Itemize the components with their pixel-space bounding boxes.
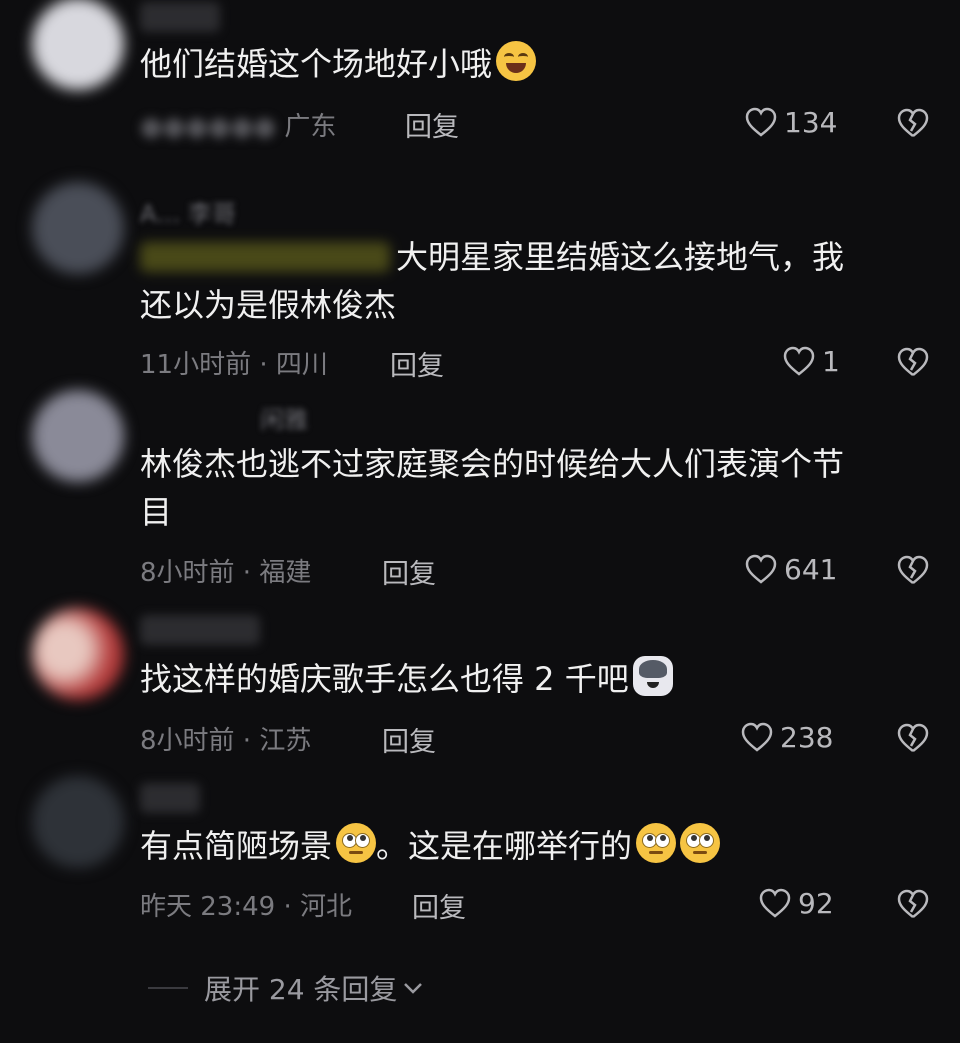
chevron-down-icon	[404, 983, 423, 994]
username[interactable]	[140, 615, 260, 645]
dog-emoji-icon	[632, 656, 673, 696]
comment-meta: ●●●●●● 广东	[140, 112, 337, 142]
reply-button[interactable]: 回复	[412, 886, 466, 925]
comment-text: 找这样的婚庆歌手怎么也得 2 千吧	[140, 655, 920, 703]
laughing-crying-emoji-icon	[496, 41, 537, 81]
username[interactable]: 闲雅	[260, 400, 308, 435]
comment-text: 林俊杰也逃不过家庭聚会的时候给大人们表演个节 目	[140, 445, 845, 531]
like-count: 92	[798, 886, 834, 920]
comment-meta: 8小时前 · 福建	[140, 558, 312, 588]
heart-icon	[745, 554, 777, 584]
like-count: 1	[822, 344, 840, 378]
username[interactable]	[140, 2, 220, 32]
eye-roll-emoji-icon	[680, 823, 721, 863]
username[interactable]	[140, 783, 200, 813]
heart-icon	[783, 346, 815, 376]
avatar[interactable]	[32, 390, 124, 482]
like-button[interactable]: 92	[758, 883, 834, 923]
comment-meta: 11小时前 · 四川	[140, 350, 328, 380]
like-button[interactable]: 1	[782, 341, 840, 381]
expand-replies-button[interactable]: 展开 24 条回复	[148, 968, 425, 1008]
comment-meta: 8小时前 · 江苏	[140, 726, 312, 756]
like-button[interactable]: 238	[740, 717, 833, 757]
like-button[interactable]: 134	[744, 102, 837, 142]
broken-heart-icon[interactable]	[896, 553, 930, 587]
blurred-mention	[140, 242, 390, 272]
comment-text: 他们结婚这个场地好小哦	[140, 40, 920, 88]
like-count: 641	[784, 552, 838, 586]
comment-meta: 昨天 23:49 · 河北	[140, 892, 352, 922]
username[interactable]: A… 李哥	[140, 194, 236, 229]
like-count: 238	[780, 720, 834, 754]
eye-roll-emoji-icon	[336, 823, 377, 863]
broken-heart-icon[interactable]	[896, 345, 930, 379]
reply-button[interactable]: 回复	[382, 720, 436, 759]
reply-button[interactable]: 回复	[405, 105, 459, 144]
broken-heart-icon[interactable]	[896, 887, 930, 921]
avatar[interactable]	[32, 776, 124, 868]
eye-roll-emoji-icon	[636, 823, 677, 863]
comment-text: 有点简陋场景 。这是在哪举行的	[140, 822, 920, 870]
expand-replies-label: 展开 24 条回复	[204, 973, 398, 1006]
reply-button[interactable]: 回复	[390, 344, 444, 383]
like-count: 134	[784, 105, 838, 139]
avatar[interactable]	[32, 0, 124, 90]
heart-icon	[759, 888, 791, 918]
heart-icon	[741, 722, 773, 752]
broken-heart-icon[interactable]	[896, 721, 930, 755]
broken-heart-icon[interactable]	[896, 106, 930, 140]
like-button[interactable]: 641	[744, 549, 837, 589]
avatar[interactable]	[32, 608, 124, 700]
reply-button[interactable]: 回复	[382, 552, 436, 591]
avatar[interactable]	[32, 182, 124, 274]
heart-icon	[745, 107, 777, 137]
comment-text: 大明星家里结婚这么接地气，我 还以为是假林俊杰	[140, 238, 845, 324]
divider	[148, 987, 188, 989]
